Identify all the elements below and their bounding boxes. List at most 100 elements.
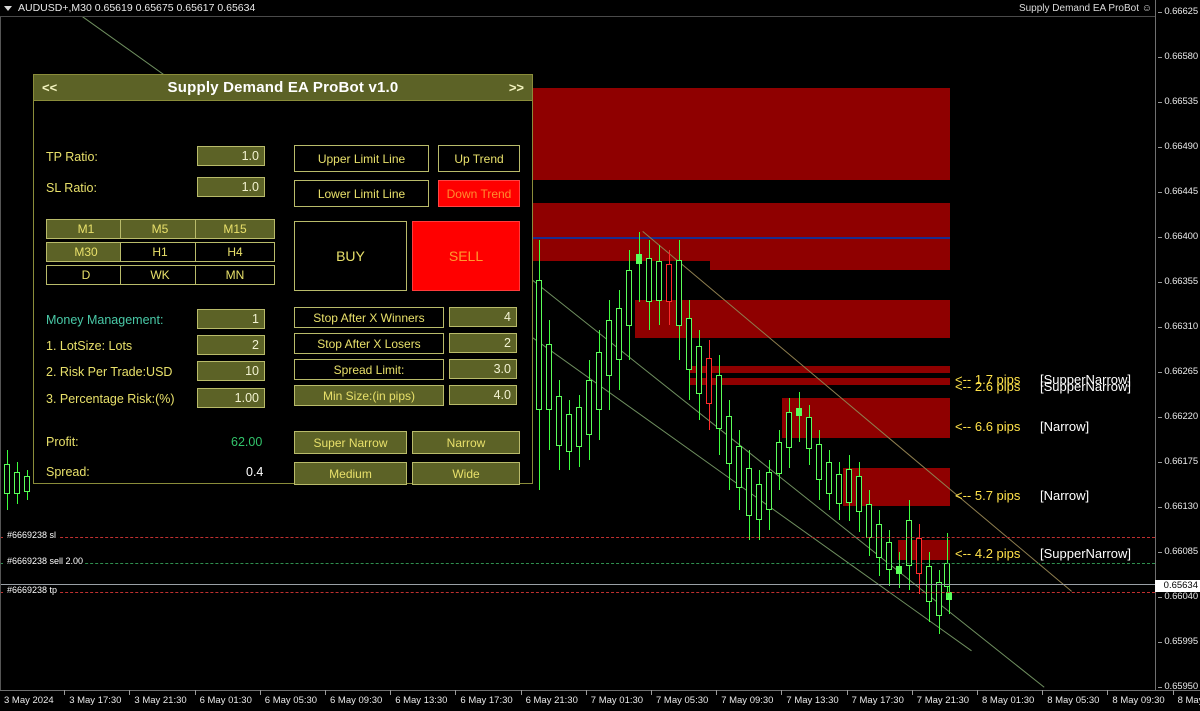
- order-line-tp: [0, 592, 1155, 593]
- candlestick: [646, 240, 652, 330]
- price-axis-tick: 0.66175: [1158, 456, 1198, 467]
- stop-after-losers-input[interactable]: 2: [449, 333, 517, 353]
- axis-tick-mark: [1042, 690, 1044, 695]
- medium-button[interactable]: Medium: [294, 462, 407, 485]
- stop-after-losers-button[interactable]: Stop After X Losers: [294, 333, 444, 354]
- timeframe-button-m5[interactable]: M5: [120, 219, 200, 239]
- candlestick: [586, 360, 592, 460]
- candlestick: [666, 250, 672, 325]
- supply-zone: [635, 300, 950, 338]
- zone-tag-label: [SupperNarrow]: [1040, 379, 1132, 394]
- money-management-input[interactable]: 1: [197, 309, 265, 329]
- axis-tick-mark: [325, 690, 326, 695]
- lower-limit-line-button[interactable]: Lower Limit Line: [294, 180, 429, 207]
- axis-tick-mark: [390, 690, 392, 695]
- price-axis-tick: 0.66085: [1158, 546, 1198, 557]
- candlestick: [556, 380, 562, 470]
- time-axis-tick: 6 May 01:30: [194, 690, 252, 706]
- axis-tick-mark: [911, 690, 913, 695]
- axis-tick-mark: [1158, 551, 1163, 553]
- chevron-down-icon[interactable]: [4, 6, 12, 11]
- percentage-risk-input[interactable]: 1.00: [197, 388, 265, 408]
- sell-button[interactable]: SELL: [412, 221, 520, 291]
- money-management-label: Money Management:: [46, 313, 164, 327]
- stop-after-winners-input[interactable]: 4: [449, 307, 517, 327]
- candlestick: [726, 400, 732, 490]
- spread-limit-input[interactable]: 3.0: [449, 359, 517, 379]
- axis-tick-mark: [1158, 281, 1163, 283]
- price-axis-tick: 0.66580: [1158, 51, 1198, 62]
- candlestick: [806, 405, 812, 465]
- candlestick: [736, 430, 742, 510]
- timeframe-button-h1[interactable]: H1: [120, 242, 200, 262]
- order-label-sl: #6669238 sl: [5, 530, 59, 540]
- current-price-tag: 0.65634: [1155, 580, 1200, 592]
- axis-tick-mark: [846, 690, 848, 695]
- timeframe-button-m15[interactable]: M15: [195, 219, 275, 239]
- candlestick: [826, 450, 832, 510]
- down-trend-button[interactable]: Down Trend: [438, 180, 520, 207]
- candlestick: [746, 450, 752, 540]
- candlestick: [846, 455, 852, 521]
- panel-next-button[interactable]: >>: [509, 80, 524, 95]
- timeframe-button-d[interactable]: D: [46, 265, 126, 285]
- axis-tick-mark: [1158, 461, 1163, 463]
- sl-ratio-input[interactable]: 1.0: [197, 177, 265, 197]
- candlestick: [546, 320, 552, 450]
- axis-tick-mark: [651, 690, 652, 695]
- axis-tick-mark: [129, 690, 131, 695]
- spread-limit-button[interactable]: Spread Limit:: [294, 359, 444, 380]
- ea-control-panel[interactable]: << Supply Demand EA ProBot v1.0 >> TP Ra…: [33, 74, 533, 485]
- min-size-input[interactable]: 4.0: [449, 385, 517, 405]
- wide-button[interactable]: Wide: [412, 462, 520, 485]
- candlestick: [796, 392, 802, 442]
- buy-button[interactable]: BUY: [294, 221, 407, 291]
- price-axis[interactable]: 0.66625 0.66580 0.66535 0.66490 0.66445 0.664…: [1155, 0, 1200, 692]
- super-narrow-button[interactable]: Super Narrow: [294, 431, 407, 454]
- candlestick: [536, 240, 542, 490]
- stop-after-winners-button[interactable]: Stop After X Winners: [294, 307, 444, 328]
- candlestick: [636, 232, 642, 302]
- risk-per-trade-input[interactable]: 10: [197, 361, 265, 381]
- candlestick: [716, 355, 722, 455]
- min-size-button[interactable]: Min Size:(in pips): [294, 385, 444, 406]
- timeframe-button-m30[interactable]: M30: [46, 242, 126, 262]
- axis-tick-mark: [1158, 371, 1163, 373]
- upper-limit-line-button[interactable]: Upper Limit Line: [294, 145, 429, 172]
- time-axis[interactable]: 3 May 2024 3 May 17:30 3 May 21:30 6 May 01…: [0, 690, 1200, 711]
- zone-tag-label: [Narrow]: [1040, 488, 1090, 503]
- candlestick: [786, 398, 792, 468]
- timeframe-button-h4[interactable]: H4: [195, 242, 275, 262]
- candlestick: [14, 462, 20, 504]
- candlestick: [856, 462, 862, 532]
- narrow-button[interactable]: Narrow: [412, 431, 520, 454]
- time-axis-tick: 8 May 13:30: [1172, 690, 1200, 706]
- time-axis-tick: 8 May 05:30: [1042, 690, 1099, 706]
- candlestick: [606, 300, 612, 410]
- time-axis-tick: 3 May 2024: [4, 695, 54, 706]
- zone-pip-label: <-- 4.2 pips: [955, 546, 1021, 561]
- timeframe-button-mn[interactable]: MN: [195, 265, 275, 285]
- time-axis-tick: 7 May 17:30: [846, 690, 904, 706]
- ea-watermark: Supply Demand EA ProBot ☺: [1018, 3, 1152, 14]
- candlestick: [866, 490, 872, 556]
- timeframe-button-wk[interactable]: WK: [120, 265, 200, 285]
- timeframe-button-m1[interactable]: M1: [46, 219, 126, 239]
- axis-tick-mark: [1158, 641, 1163, 643]
- panel-prev-button[interactable]: <<: [42, 80, 57, 95]
- time-axis-tick: 3 May 17:30: [64, 690, 121, 706]
- up-trend-button[interactable]: Up Trend: [438, 145, 520, 172]
- tp-ratio-input[interactable]: 1.0: [197, 146, 265, 166]
- axis-tick-mark: [977, 690, 978, 695]
- candlestick: [676, 240, 682, 360]
- axis-tick-mark: [259, 690, 261, 695]
- candlestick: [816, 430, 822, 500]
- zone-boundary-line: [533, 237, 950, 239]
- sl-ratio-label: SL Ratio:: [46, 181, 97, 195]
- metatrader-chart-window: #6669238 sl #6669238 sell 2.00 #6669238 …: [0, 0, 1200, 711]
- price-axis-tick: 0.66265: [1158, 366, 1198, 377]
- lotsize-input[interactable]: 2: [197, 335, 265, 355]
- axis-tick-mark: [194, 690, 196, 695]
- price-axis-tick: 0.66535: [1158, 96, 1198, 107]
- axis-tick-mark: [1158, 11, 1163, 13]
